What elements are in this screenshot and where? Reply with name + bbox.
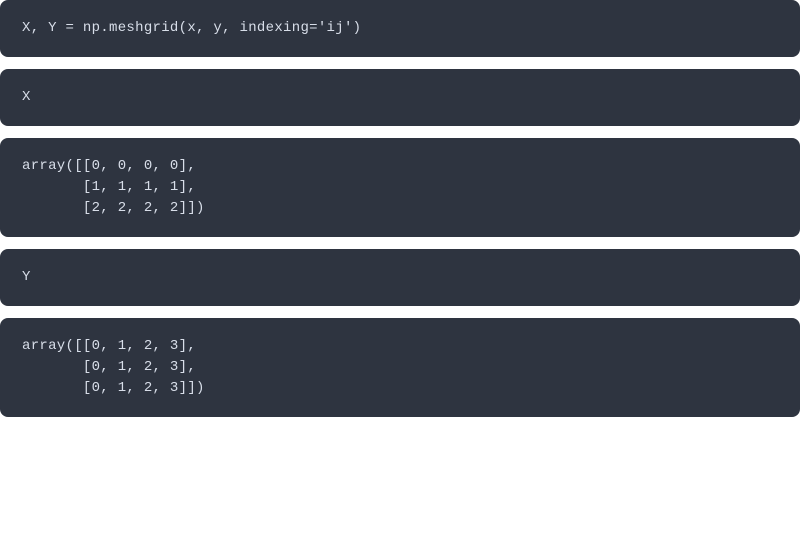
code-cell-3[interactable]: Y [0,249,800,306]
output-cell-3: array([[0, 1, 2, 3], [0, 1, 2, 3], [0, 1… [0,318,800,417]
code-cell-2[interactable]: X [0,69,800,126]
code-cell-1[interactable]: X, Y = np.meshgrid(x, y, indexing='ij') [0,0,800,57]
output-cell-2: array([[0, 0, 0, 0], [1, 1, 1, 1], [2, 2… [0,138,800,237]
